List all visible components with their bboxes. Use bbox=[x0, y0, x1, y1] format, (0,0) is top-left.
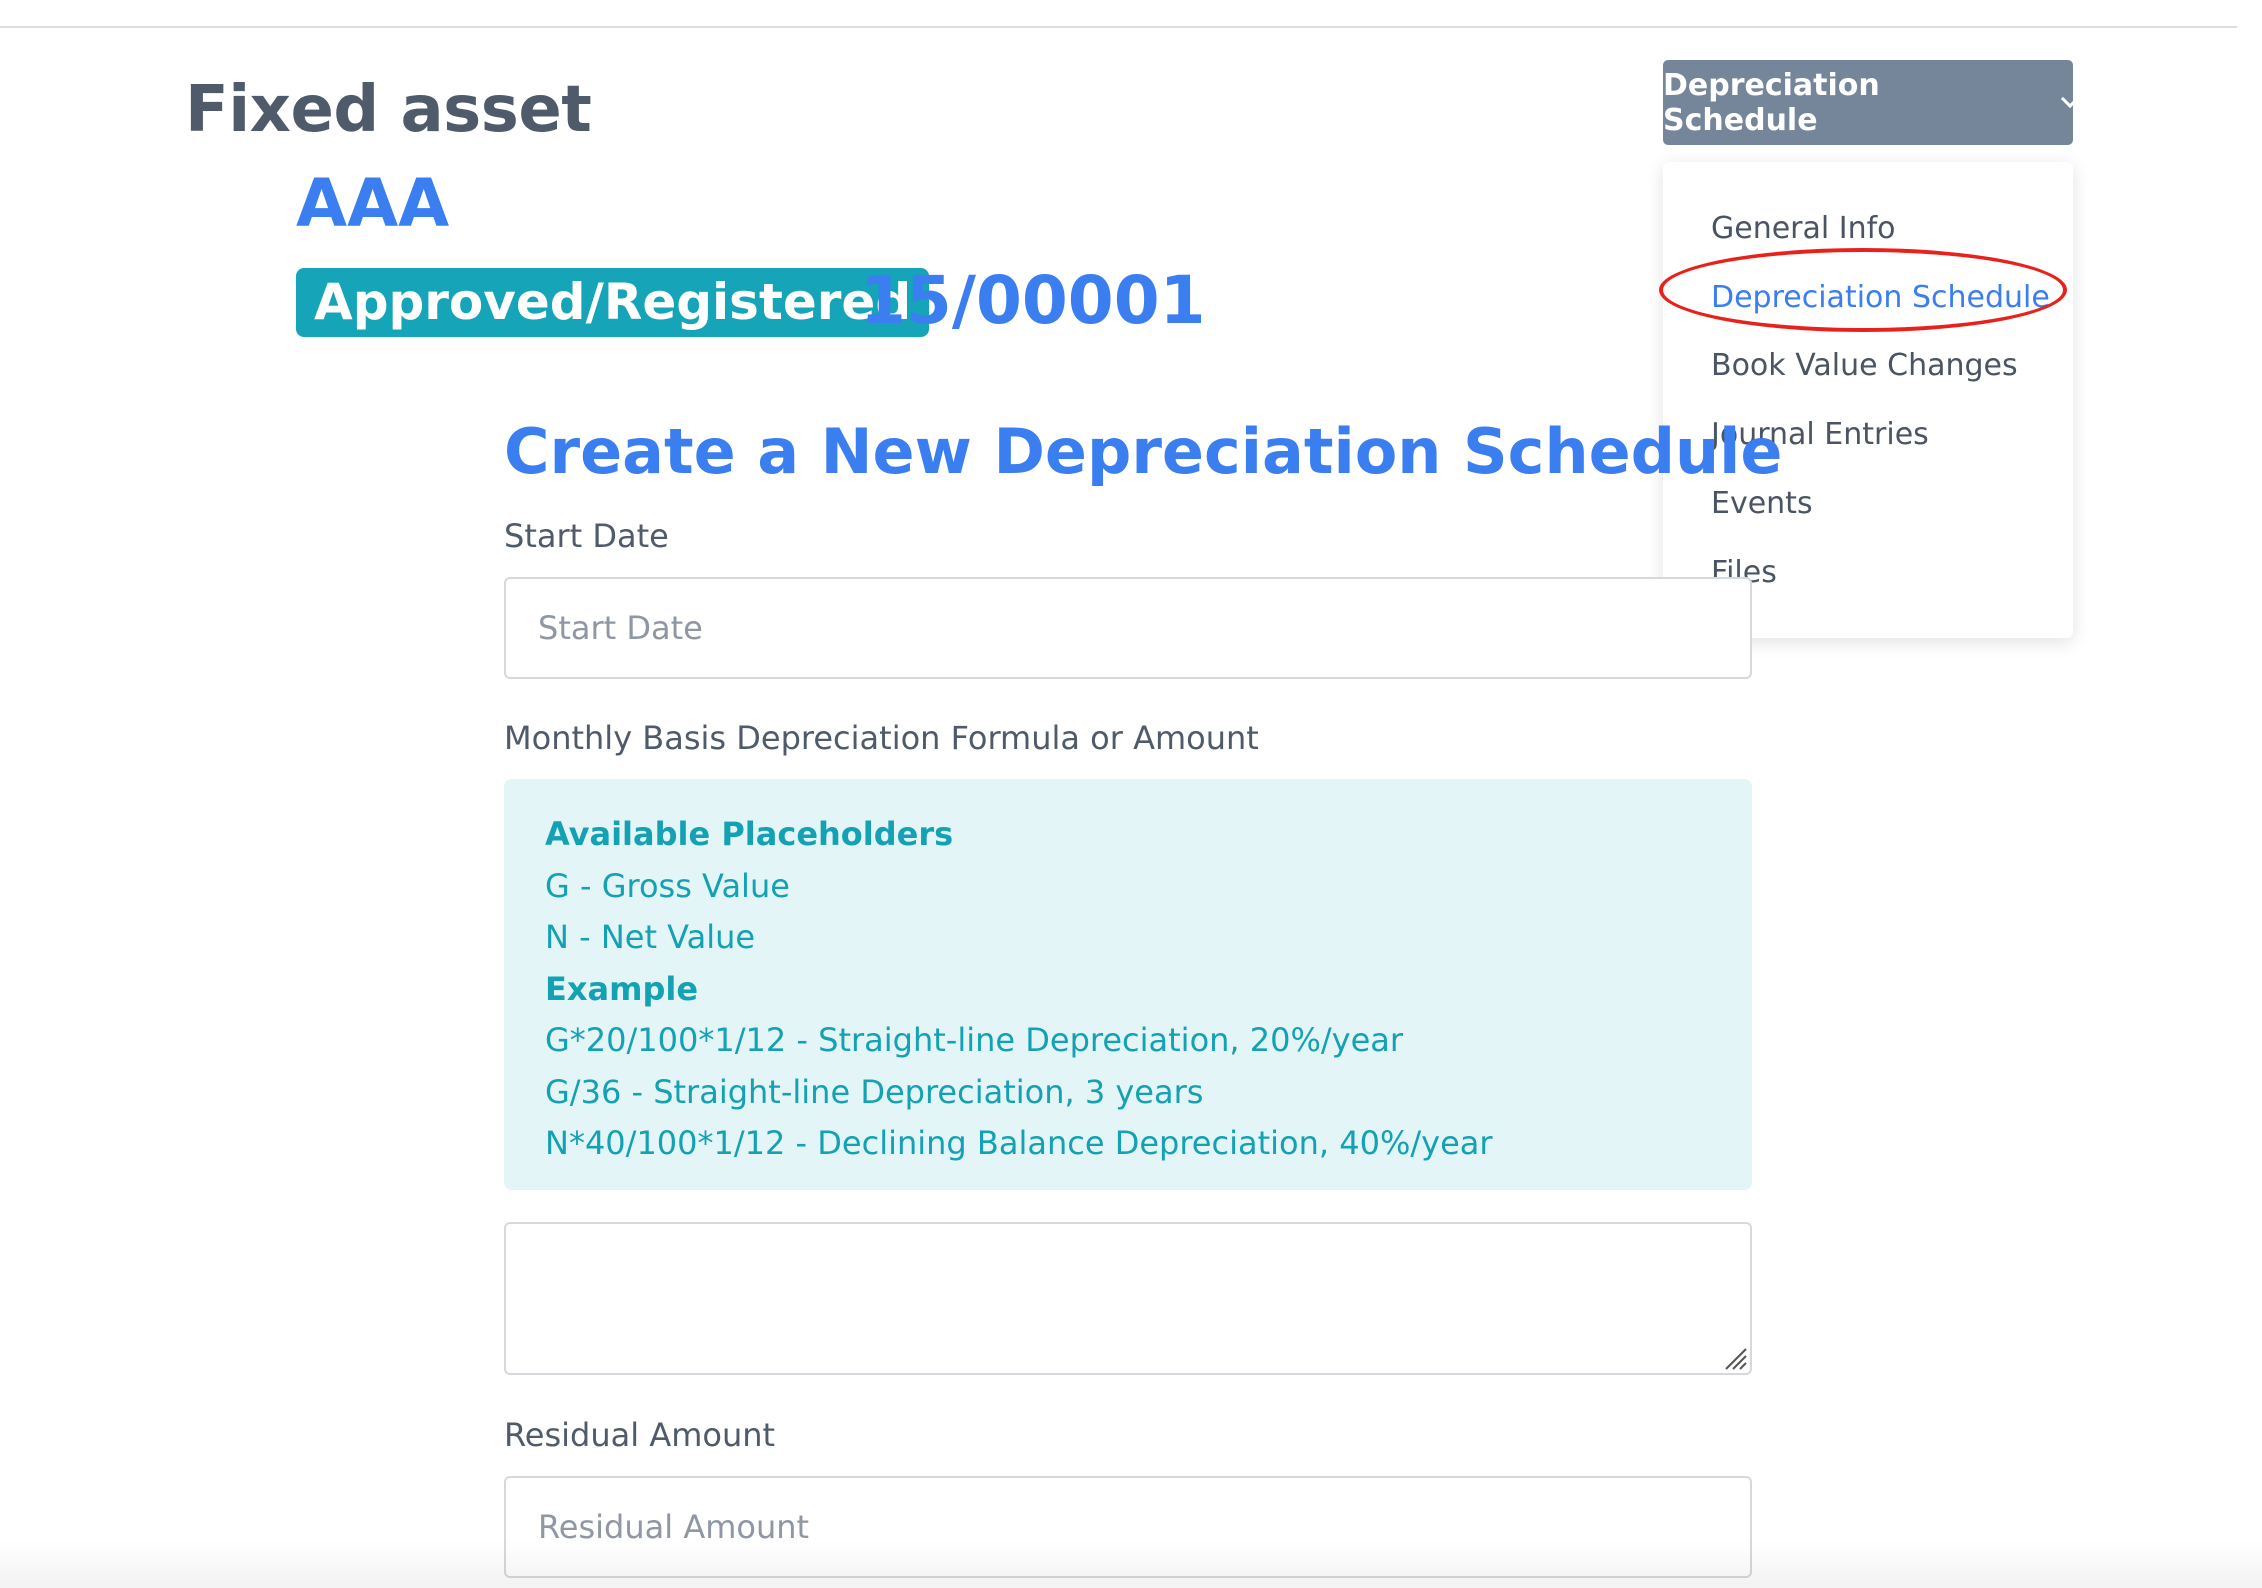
start-date-input[interactable] bbox=[504, 577, 1752, 679]
resize-grip-icon[interactable] bbox=[1722, 1345, 1748, 1371]
placeholders-title: Available Placeholders bbox=[545, 815, 954, 853]
top-divider bbox=[0, 26, 2237, 28]
residual-amount-label: Residual Amount bbox=[504, 1416, 776, 1454]
page-title: Fixed asset bbox=[185, 73, 592, 147]
page: Fixed asset AAA Approved/Registered 15/0… bbox=[0, 0, 2262, 1588]
chevron-down-icon bbox=[2060, 89, 2080, 109]
placeholder-item: G - Gross Value bbox=[545, 866, 790, 905]
section-dropdown-label: Depreciation Schedule bbox=[1663, 67, 1880, 138]
menu-item-book-value-changes[interactable]: Book Value Changes bbox=[1711, 346, 2018, 386]
section-dropdown-menu: General Info Depreciation Schedule Book … bbox=[1663, 162, 2073, 638]
placeholder-item: N - Net Value bbox=[545, 918, 756, 956]
formula-label: Monthly Basis Depreciation Formula or Am… bbox=[504, 719, 1259, 757]
residual-amount-input[interactable] bbox=[504, 1476, 1752, 1578]
example-title: Example bbox=[545, 969, 699, 1008]
status-badge: Approved/Registered bbox=[296, 268, 930, 337]
asset-name: AAA bbox=[296, 165, 450, 242]
formula-textarea[interactable] bbox=[504, 1222, 1752, 1375]
formula-help-box: Available Placeholders G - Gross Value N… bbox=[504, 779, 1752, 1190]
menu-item-general-info[interactable]: General Info bbox=[1711, 209, 1896, 249]
start-date-label: Start Date bbox=[504, 517, 669, 555]
form-heading: Create a New Depreciation Schedule bbox=[504, 415, 1783, 488]
example-item: G/36 - Straight-line Depreciation, 3 yea… bbox=[545, 1072, 1204, 1111]
example-item: G*20/100*1/12 - Straight-line Depreciati… bbox=[545, 1021, 1404, 1059]
asset-number: 15/00001 bbox=[860, 262, 1206, 339]
example-item: N*40/100*1/12 - Declining Balance Deprec… bbox=[545, 1124, 1493, 1162]
menu-item-depreciation-schedule[interactable]: Depreciation Schedule bbox=[1711, 278, 2050, 318]
section-dropdown-button[interactable]: Depreciation Schedule bbox=[1663, 60, 2080, 145]
